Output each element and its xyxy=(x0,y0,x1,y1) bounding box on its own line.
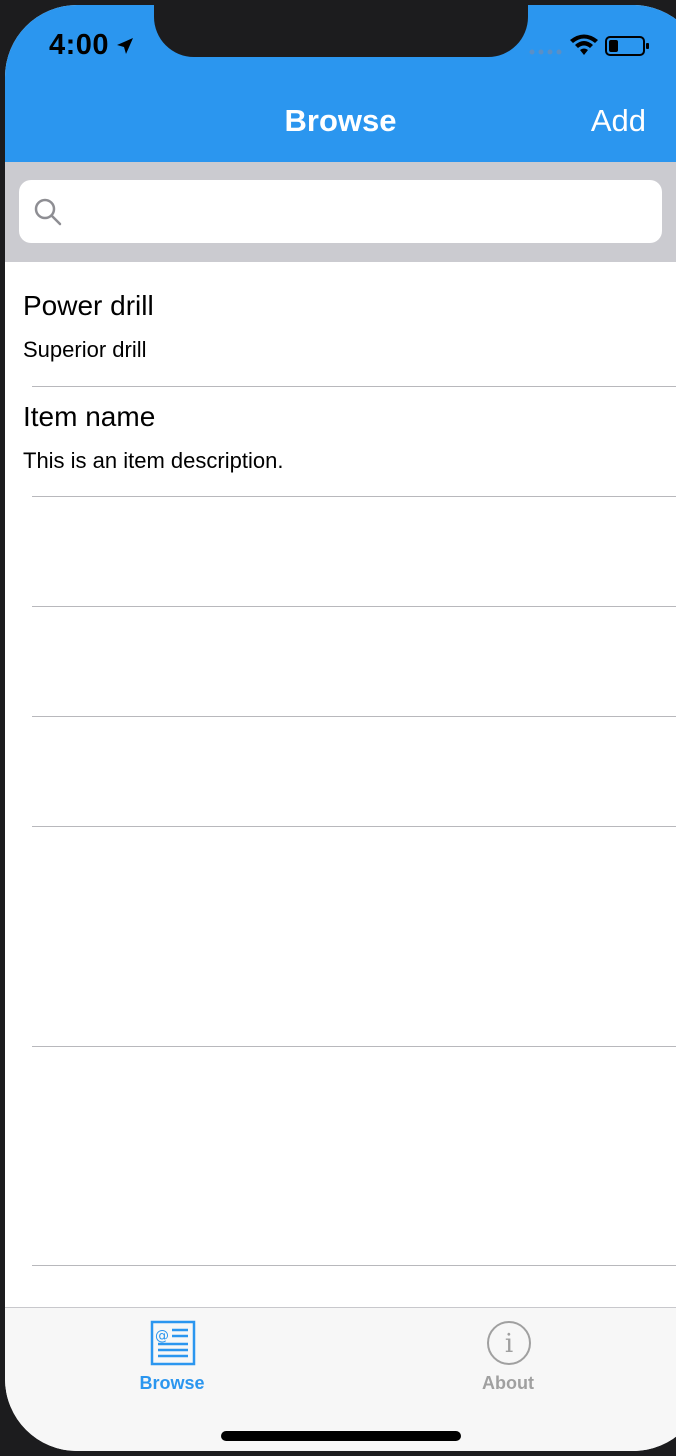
home-indicator[interactable] xyxy=(221,1431,461,1441)
list-item[interactable] xyxy=(5,827,676,1047)
search-bar xyxy=(5,162,676,262)
item-title: Item name xyxy=(23,401,156,432)
item-title: Power drill xyxy=(23,290,154,321)
device-screen: 4:00 Browse Add Power drill Superior dri… xyxy=(5,5,676,1451)
list-item[interactable] xyxy=(5,717,676,827)
tab-about[interactable]: i About xyxy=(408,1308,608,1408)
list-item[interactable]: Power drill Superior drill xyxy=(5,262,676,387)
search-input[interactable] xyxy=(73,190,652,234)
list-item[interactable] xyxy=(5,607,676,717)
wifi-icon xyxy=(570,34,598,55)
item-description: This is an item description. xyxy=(23,448,284,473)
location-arrow-icon xyxy=(117,38,133,54)
svg-text:@: @ xyxy=(155,1328,169,1344)
tab-label: About xyxy=(482,1373,534,1393)
svg-text:i: i xyxy=(505,1329,513,1359)
battery-icon xyxy=(605,36,649,56)
list-item[interactable]: Item name This is an item description. xyxy=(5,387,676,497)
browse-icon: @ xyxy=(150,1320,196,1366)
tab-bar: @ Browse i About xyxy=(5,1307,676,1451)
item-description: Superior drill xyxy=(23,337,147,362)
status-time: 4:00 xyxy=(49,29,110,61)
list-item[interactable] xyxy=(5,1047,676,1266)
notch xyxy=(154,5,528,57)
list-item[interactable] xyxy=(5,497,676,607)
items-list: Power drill Superior drill Item name Thi… xyxy=(5,262,676,1266)
signal-icon xyxy=(529,49,562,55)
tab-label: Browse xyxy=(139,1373,205,1393)
search-icon xyxy=(34,198,62,226)
tab-browse[interactable]: @ Browse xyxy=(72,1308,272,1408)
search-box[interactable] xyxy=(19,180,662,243)
page-title: Browse xyxy=(284,103,397,138)
info-icon: i xyxy=(487,1321,531,1365)
header: 4:00 Browse Add xyxy=(5,5,676,162)
add-button[interactable]: Add xyxy=(591,103,646,139)
row-separator xyxy=(32,1265,676,1266)
